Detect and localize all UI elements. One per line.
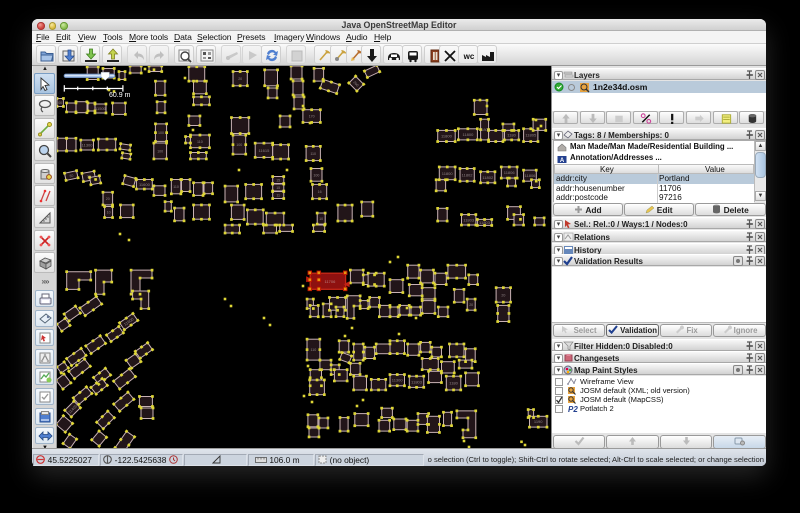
svg-text:100: 100	[158, 131, 164, 135]
svg-text:10: 10	[319, 217, 323, 221]
svg-text:16: 16	[318, 190, 322, 194]
svg-text:110: 110	[173, 185, 179, 189]
svg-text:30: 30	[87, 174, 92, 179]
svg-text:11800: 11800	[441, 134, 453, 139]
svg-text:10: 10	[107, 211, 111, 215]
svg-text:30: 30	[69, 174, 74, 179]
svg-text:100: 100	[313, 173, 319, 177]
svg-text:1180: 1180	[507, 133, 516, 138]
svg-text:11805: 11805	[525, 133, 537, 138]
svg-text:wc: wc	[463, 52, 475, 61]
svg-text:11706: 11706	[324, 279, 336, 284]
svg-text:110: 110	[311, 348, 317, 352]
svg-text:100: 100	[236, 143, 242, 147]
svg-text:11600: 11600	[139, 182, 151, 187]
svg-text:11801: 11801	[479, 127, 491, 132]
svg-text:1180: 1180	[449, 381, 458, 386]
svg-text:15: 15	[276, 186, 280, 190]
svg-text:11: 11	[276, 194, 280, 198]
svg-text:1190: 1190	[534, 419, 543, 424]
svg-text:110: 110	[310, 152, 316, 156]
svg-text:A: A	[560, 158, 565, 164]
svg-text:11802: 11802	[482, 175, 494, 180]
svg-text:P2: P2	[568, 405, 578, 413]
svg-text:60.9 m: 60.9 m	[109, 92, 131, 99]
svg-text:110: 110	[197, 140, 203, 144]
svg-text:170: 170	[309, 115, 315, 119]
svg-text:20: 20	[238, 77, 242, 81]
svg-text:11300: 11300	[392, 378, 404, 383]
svg-text:15: 15	[276, 179, 280, 183]
svg-text:100: 100	[157, 150, 163, 154]
svg-text:11803: 11803	[411, 379, 423, 384]
svg-text:11802: 11802	[462, 172, 474, 177]
svg-text:11803: 11803	[479, 220, 491, 225]
svg-text:11806: 11806	[525, 173, 537, 178]
svg-text:11615: 11615	[258, 148, 270, 153]
svg-text:20: 20	[469, 303, 473, 307]
svg-text:20: 20	[106, 197, 110, 201]
svg-text:11800: 11800	[442, 171, 454, 176]
svg-text:11806: 11806	[504, 170, 516, 175]
svg-text:11800: 11800	[462, 132, 474, 137]
svg-text:11300: 11300	[82, 143, 94, 148]
svg-text:20: 20	[501, 293, 505, 297]
svg-text:11803: 11803	[463, 217, 475, 222]
svg-text:11500: 11500	[95, 106, 107, 111]
svg-text:00: 00	[58, 101, 62, 105]
